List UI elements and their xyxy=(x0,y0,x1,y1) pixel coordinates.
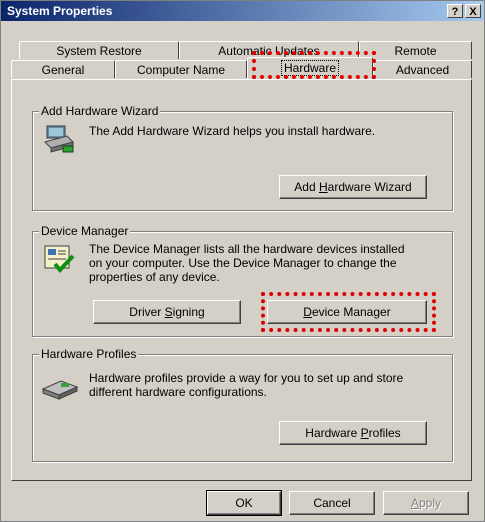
hardware-profiles-description: Hardware profiles provide a way for you … xyxy=(89,371,403,399)
tab-computer-name[interactable]: Computer Name xyxy=(115,60,247,78)
driver-signing-text-pre: Driver xyxy=(129,305,165,319)
hardware-profiles-text-post: rofiles xyxy=(368,426,401,440)
tab-general[interactable]: General xyxy=(11,60,115,78)
hardware-profiles-icon xyxy=(41,380,79,400)
cancel-label: Cancel xyxy=(313,496,351,510)
device-manager-description: The Device Manager lists all the hardwar… xyxy=(89,242,405,284)
ok-label: OK xyxy=(235,496,253,510)
tab-general-label: General xyxy=(41,63,85,77)
close-button[interactable]: X xyxy=(465,4,481,18)
cancel-button[interactable]: Cancel xyxy=(289,491,375,515)
hardware-profiles-legend: Hardware Profiles xyxy=(39,347,139,361)
apply-accel: A xyxy=(410,496,419,510)
driver-signing-button[interactable]: Driver Signing xyxy=(93,300,241,324)
add-hardware-wizard-button[interactable]: Add Hardware Wizard xyxy=(279,175,427,199)
tab-remote-label: Remote xyxy=(394,44,437,58)
device-manager-desc-line-1: The Device Manager lists all the hardwar… xyxy=(89,242,405,256)
tab-hardware[interactable]: Hardware xyxy=(247,57,373,79)
apply-button[interactable]: Apply xyxy=(383,491,469,515)
apply-label: pply xyxy=(419,496,442,510)
device-manager-text-post: evice Manager xyxy=(311,305,391,319)
tab-system-restore[interactable]: System Restore xyxy=(19,41,179,59)
tab-system-restore-label: System Restore xyxy=(56,44,142,58)
hardware-profiles-group: Hardware Profiles Hardware profiles prov… xyxy=(32,347,453,462)
device-manager-icon xyxy=(44,245,75,274)
ok-button[interactable]: OK xyxy=(206,490,282,516)
help-button[interactable]: ? xyxy=(447,4,463,18)
window-title: System Properties xyxy=(7,4,113,18)
tab-advanced[interactable]: Advanced xyxy=(373,60,472,78)
add-hardware-description: The Add Hardware Wizard helps you instal… xyxy=(89,124,376,138)
tab-remote[interactable]: Remote xyxy=(359,41,472,59)
add-hardware-button-text-pre: Add xyxy=(294,180,319,194)
tab-advanced-label: Advanced xyxy=(395,63,450,77)
title-bar[interactable]: System Properties ? X xyxy=(1,1,484,21)
device-manager-desc-line-3: properties of any device. xyxy=(89,270,220,284)
device-manager-button[interactable]: Device Manager xyxy=(267,300,427,324)
system-properties-window: System Properties ? X System Restore Aut… xyxy=(0,0,485,522)
tab-automatic-updates-label: Automatic Updates xyxy=(218,44,320,58)
hardware-profiles-desc-line-2: different hardware configurations. xyxy=(89,385,267,399)
tab-computer-name-label: Computer Name xyxy=(136,63,226,77)
hardware-tab-panel: Add Hardware Wizard The Add Hardware Wiz… xyxy=(11,79,472,481)
hardware-profiles-desc-line-1: Hardware profiles provide a way for you … xyxy=(89,371,404,385)
add-hardware-wizard-icon xyxy=(44,125,74,153)
add-hardware-legend: Add Hardware Wizard xyxy=(39,104,161,118)
tab-hardware-label: Hardware xyxy=(280,60,340,76)
hardware-profiles-accel: P xyxy=(360,426,369,440)
device-manager-group: Device Manager The Device Manager lists … xyxy=(32,224,453,337)
device-manager-desc-line-2: on your computer. Use the Device Manager… xyxy=(89,256,397,270)
device-manager-accel: D xyxy=(303,305,312,319)
device-manager-legend: Device Manager xyxy=(39,224,131,238)
hardware-profiles-text-pre: Hardware xyxy=(305,426,361,440)
add-hardware-button-accel: H xyxy=(318,180,328,194)
hardware-profiles-button[interactable]: Hardware Profiles xyxy=(279,421,427,445)
add-hardware-button-text-post: ardware Wizard xyxy=(327,180,412,194)
driver-signing-accel: S xyxy=(164,305,173,319)
driver-signing-text-post: igning xyxy=(172,305,205,319)
add-hardware-group: Add Hardware Wizard The Add Hardware Wiz… xyxy=(32,104,453,211)
